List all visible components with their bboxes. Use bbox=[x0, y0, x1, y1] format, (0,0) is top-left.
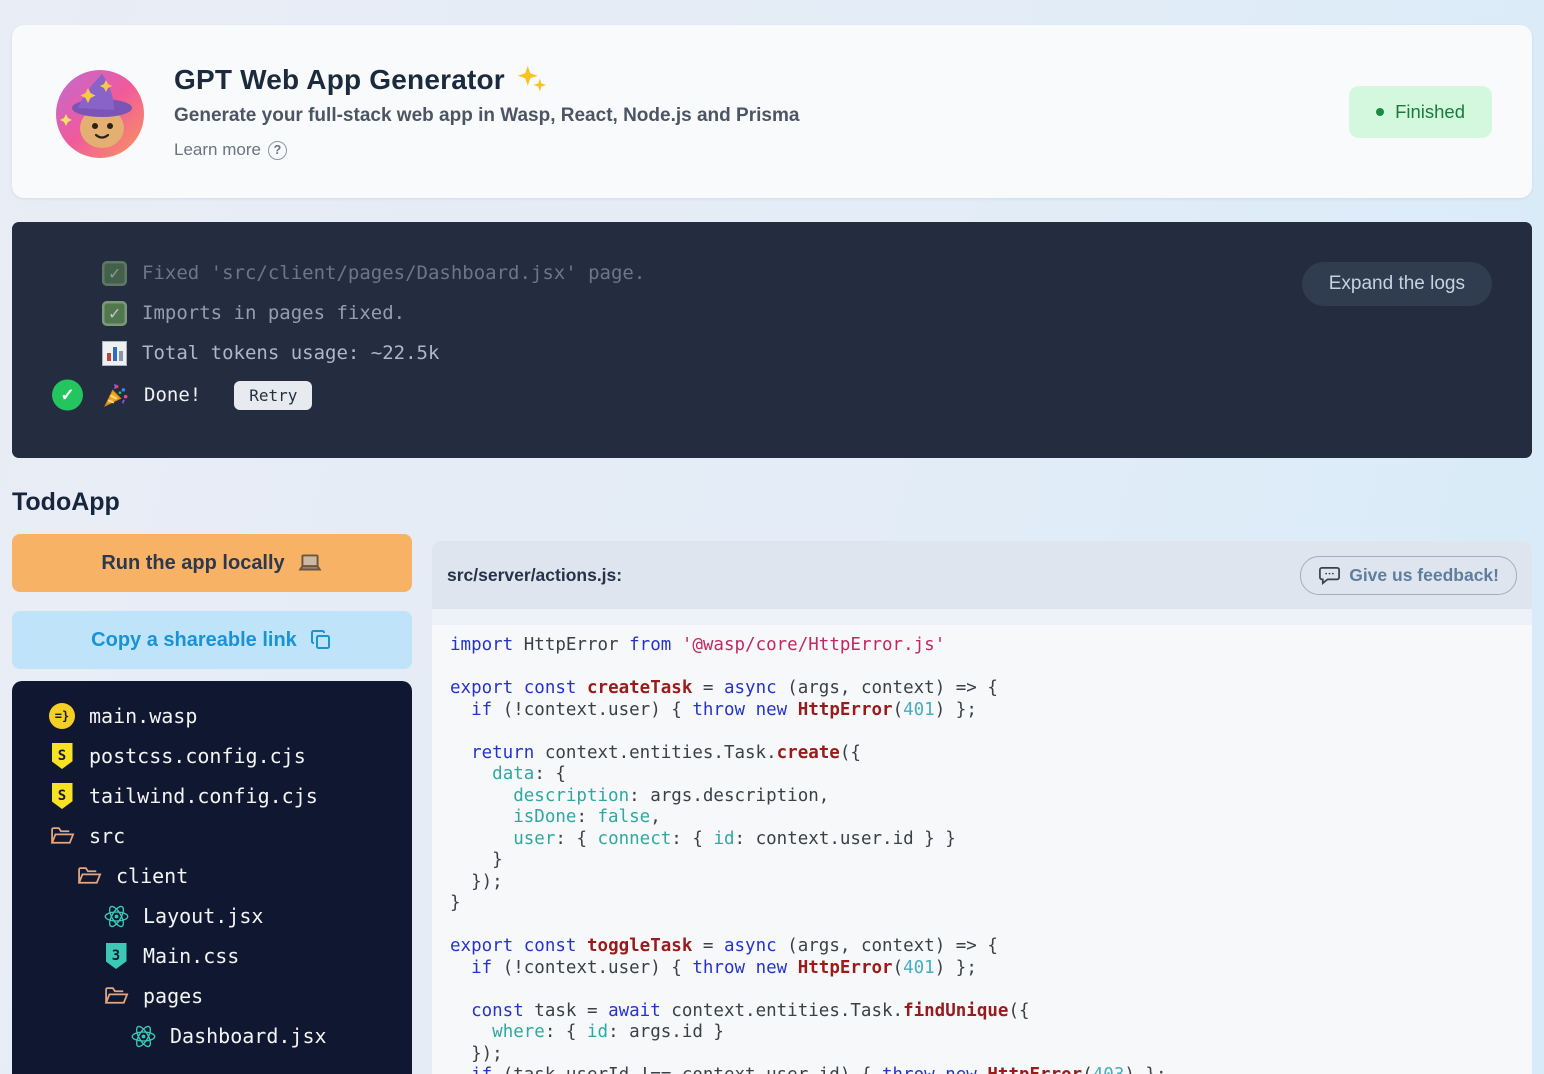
tree-item-layout-jsx[interactable]: Layout.jsx bbox=[12, 896, 412, 936]
code-line: }); bbox=[450, 872, 1532, 894]
code-line: where: { id: args.id } bbox=[450, 1022, 1532, 1044]
learn-more-link[interactable]: Learn more ? bbox=[174, 140, 287, 160]
run-app-locally-button[interactable]: Run the app locally bbox=[12, 534, 412, 592]
page-title: GPT Web App Generator bbox=[174, 64, 505, 96]
speech-bubble-icon bbox=[1318, 564, 1341, 587]
tree-item-main-css[interactable]: 3 Main.css bbox=[12, 936, 412, 976]
tree-item-tailwind-config-cjs[interactable]: Stailwind.config.cjs bbox=[12, 776, 412, 816]
expand-logs-button[interactable]: Expand the logs bbox=[1302, 262, 1492, 306]
tree-item-label: Main.css bbox=[143, 944, 239, 968]
tree-item-label: tailwind.config.cjs bbox=[89, 784, 318, 808]
tree-item-label: Layout.jsx bbox=[143, 904, 263, 928]
file-tree: =}main.waspSpostcss.config.cjsStailwind.… bbox=[12, 681, 412, 1074]
tree-item-label: src bbox=[89, 824, 125, 848]
code-line bbox=[450, 915, 1532, 937]
party-popper-icon bbox=[102, 382, 129, 409]
code-line: } bbox=[450, 893, 1532, 915]
react-icon bbox=[130, 1023, 157, 1050]
react-icon bbox=[103, 903, 130, 930]
content-row: Run the app locally Copy a shareable lin… bbox=[12, 534, 1532, 1074]
sparkles-icon bbox=[515, 63, 549, 97]
code-block: import HttpError from '@wasp/core/HttpEr… bbox=[432, 625, 1532, 1074]
tree-item-dashboard-jsx[interactable]: Dashboard.jsx bbox=[12, 1016, 412, 1056]
give-feedback-button[interactable]: Give us feedback! bbox=[1300, 556, 1517, 595]
folder-open-icon bbox=[104, 986, 129, 1007]
laptop-icon bbox=[297, 550, 323, 576]
code-column: src/server/actions.js: Give us feedback!… bbox=[432, 541, 1532, 1074]
tree-item-label: pages bbox=[143, 984, 203, 1008]
tree-item-main-wasp[interactable]: =} main.wasp bbox=[12, 696, 412, 736]
log-text: Total tokens usage: ~22.5k bbox=[142, 342, 439, 364]
code-line: export const createTask = async (args, c… bbox=[450, 678, 1532, 700]
code-line: if (task.userId !== context.user.id) { t… bbox=[450, 1065, 1532, 1074]
code-line: user: { connect: { id: context.user.id }… bbox=[450, 829, 1532, 851]
header-card: GPT Web App Generator Generate your full… bbox=[12, 25, 1532, 198]
code-line: return context.entities.Task.create({ bbox=[450, 743, 1532, 765]
code-line bbox=[450, 979, 1532, 1001]
bar-chart-icon bbox=[102, 341, 127, 366]
status-badge: Finished bbox=[1349, 86, 1492, 138]
question-icon: ? bbox=[268, 141, 287, 160]
tree-item-label: postcss.config.cjs bbox=[89, 744, 306, 768]
page-subtitle: Generate your full-stack web app in Wasp… bbox=[174, 105, 799, 127]
code-file-label: src/server/actions.js: bbox=[447, 565, 622, 586]
code-line: export const toggleTask = async (args, c… bbox=[450, 936, 1532, 958]
tree-item-pages[interactable]: pages bbox=[12, 976, 412, 1016]
check-icon: ✓ bbox=[102, 261, 127, 286]
code-line: isDone: false, bbox=[450, 807, 1532, 829]
copy-link-label: Copy a shareable link bbox=[91, 629, 297, 652]
tree-item-client[interactable]: client bbox=[12, 856, 412, 896]
tree-item-src[interactable]: src bbox=[12, 816, 412, 856]
check-icon: ✓ bbox=[102, 301, 127, 326]
left-column: Run the app locally Copy a shareable lin… bbox=[12, 534, 412, 1074]
log-line: Total tokens usage: ~22.5k bbox=[102, 333, 1532, 373]
app-name-heading: TodoApp bbox=[12, 488, 1532, 517]
js-shield-icon: S bbox=[52, 743, 73, 769]
code-line: if (!context.user) { throw new HttpError… bbox=[450, 958, 1532, 980]
code-line: data: { bbox=[450, 764, 1532, 786]
log-line-done: ✓ Done! Retry bbox=[102, 375, 1532, 415]
code-line: if (!context.user) { throw new HttpError… bbox=[450, 700, 1532, 722]
code-line: import HttpError from '@wasp/core/HttpEr… bbox=[450, 635, 1532, 657]
log-panel: ✓ Fixed 'src/client/pages/Dashboard.jsx' … bbox=[12, 222, 1532, 458]
tree-item-label: main.wasp bbox=[89, 704, 197, 728]
status-label: Finished bbox=[1395, 101, 1465, 123]
js-shield-icon: S bbox=[52, 783, 73, 809]
page: GPT Web App Generator Generate your full… bbox=[0, 0, 1544, 1074]
tree-item-postcss-config-cjs[interactable]: Spostcss.config.cjs bbox=[12, 736, 412, 776]
tree-item-label: client bbox=[116, 864, 188, 888]
wasp-file-icon: =} bbox=[49, 703, 75, 729]
retry-button[interactable]: Retry bbox=[234, 381, 312, 410]
css-shield-icon: 3 bbox=[106, 943, 127, 969]
success-check-icon: ✓ bbox=[52, 380, 83, 411]
code-panel: src/server/actions.js: Give us feedback!… bbox=[432, 541, 1532, 1074]
copy-shareable-link-button[interactable]: Copy a shareable link bbox=[12, 611, 412, 669]
code-line: }); bbox=[450, 1044, 1532, 1066]
code-line: const task = await context.entities.Task… bbox=[450, 1001, 1532, 1023]
log-text: Fixed 'src/client/pages/Dashboard.jsx' p… bbox=[142, 262, 645, 284]
copy-icon bbox=[309, 628, 333, 652]
code-line: } bbox=[450, 850, 1532, 872]
code-line bbox=[450, 657, 1532, 679]
wizard-mascot-avatar bbox=[52, 64, 148, 160]
code-line bbox=[450, 721, 1532, 743]
code-line: description: args.description, bbox=[450, 786, 1532, 808]
tree-item-label: Dashboard.jsx bbox=[170, 1024, 327, 1048]
done-label: Done! bbox=[144, 384, 201, 406]
learn-more-label: Learn more bbox=[174, 140, 261, 160]
run-app-label: Run the app locally bbox=[101, 552, 284, 575]
status-dot-icon bbox=[1376, 108, 1384, 116]
log-text: Imports in pages fixed. bbox=[142, 302, 405, 324]
feedback-label: Give us feedback! bbox=[1349, 565, 1499, 586]
folder-open-icon bbox=[50, 826, 75, 847]
folder-open-icon bbox=[77, 866, 102, 887]
code-panel-header: src/server/actions.js: Give us feedback! bbox=[432, 541, 1532, 609]
